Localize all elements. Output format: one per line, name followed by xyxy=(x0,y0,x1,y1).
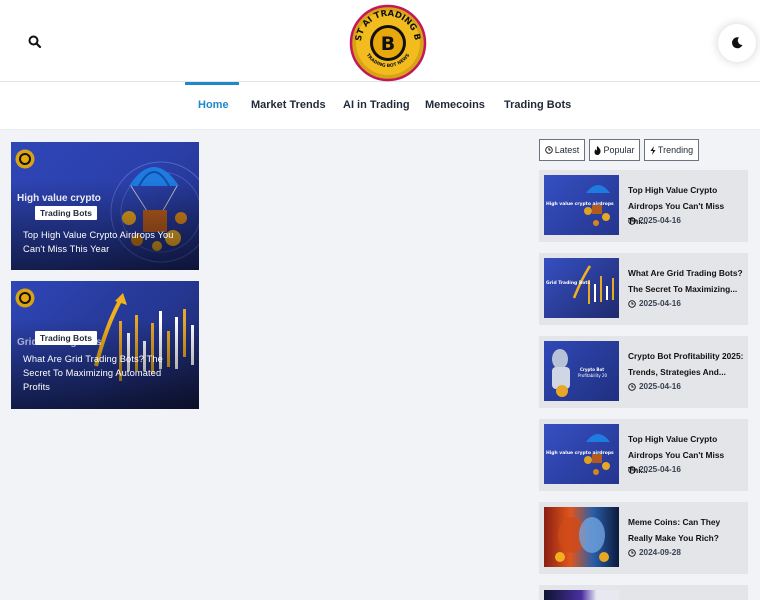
moon-icon xyxy=(731,37,743,49)
clock-icon xyxy=(628,299,636,308)
post-thumbnail[interactable]: Grid Trading Bots xyxy=(544,258,619,318)
category-badge[interactable]: Trading Bots xyxy=(35,331,97,345)
svg-text:B: B xyxy=(381,33,395,55)
channel-logo-icon xyxy=(15,149,35,169)
post-title[interactable]: What Are Grid Trading Bots? The Secret T… xyxy=(628,266,744,297)
nav-item-memecoins[interactable]: Memecoins xyxy=(425,99,485,111)
post-date: 2025-04-16 xyxy=(628,382,681,391)
post-date: 2025-04-16 xyxy=(628,216,681,225)
post-thumbnail[interactable] xyxy=(544,507,619,567)
channel-logo-icon xyxy=(15,288,35,308)
main-nav: Home Market Trends AI in Trading Memecoi… xyxy=(0,82,760,130)
list-item[interactable]: Meme Coins: Can They Really Make You Ric… xyxy=(539,502,748,574)
featured-card[interactable]: High value crypto Trading Bots Top High … xyxy=(11,142,199,270)
post-date: 2025-04-16 xyxy=(628,299,681,308)
nav-item-trading-bots[interactable]: Trading Bots xyxy=(504,99,571,111)
tab-label: Latest xyxy=(554,145,580,155)
post-thumbnail[interactable]: High value crypto airdrops xyxy=(544,175,619,235)
clock-icon xyxy=(628,216,636,225)
list-item[interactable]: High value crypto airdrops Top High Valu… xyxy=(539,170,748,242)
clock-icon xyxy=(628,465,636,474)
tab-label: Popular xyxy=(603,145,635,155)
post-title[interactable]: Meme Coins: Can They Really Make You Ric… xyxy=(628,515,744,546)
post-date: 2024-09-28 xyxy=(628,548,681,557)
card-title[interactable]: What Are Grid Trading Bots? The Secret T… xyxy=(23,352,179,394)
site-logo[interactable]: B BEST AI TRADING BOT TRADING BOT NEWS xyxy=(344,0,428,83)
fire-icon xyxy=(594,145,602,155)
tab-trending[interactable]: Trending xyxy=(644,139,699,161)
svg-text:High value crypto airdrops: High value crypto airdrops xyxy=(546,201,614,207)
bolt-icon xyxy=(650,145,656,155)
card-image-text: High value crypto xyxy=(17,193,101,204)
svg-text:Crypto Bot: Crypto Bot xyxy=(580,367,604,372)
tab-latest[interactable]: Latest xyxy=(539,139,585,161)
clock-icon xyxy=(544,146,553,154)
post-date: 2025-04-16 xyxy=(628,465,681,474)
list-item[interactable]: High value crypto airdrops Top High Valu… xyxy=(539,419,748,491)
category-badge[interactable]: Trading Bots xyxy=(35,206,97,220)
list-item[interactable]: Grid Trading Bots What Are Grid Trading … xyxy=(539,253,748,325)
list-item[interactable]: Crypto Bot Profitability 20 Crypto Bot P… xyxy=(539,336,748,408)
card-title[interactable]: Top High Value Crypto Airdrops You Can't… xyxy=(23,228,179,256)
featured-card[interactable]: Grid Trading Bots Trading Bots What Are … xyxy=(11,281,199,409)
post-title[interactable]: Crypto Bot Profitability 2025: Trends, S… xyxy=(628,349,744,380)
svg-text:Grid Trading Bots: Grid Trading Bots xyxy=(546,280,591,286)
clock-icon xyxy=(628,548,636,557)
nav-item-home[interactable]: Home xyxy=(198,99,229,111)
tab-label: Trending xyxy=(657,145,694,155)
nav-item-ai-in-trading[interactable]: AI in Trading xyxy=(343,99,410,111)
svg-text:High value crypto airdrops: High value crypto airdrops xyxy=(546,450,614,456)
post-thumbnail[interactable]: High value crypto airdrops xyxy=(544,424,619,484)
post-thumbnail[interactable]: Crypto Bot Profitability 20 xyxy=(544,341,619,401)
search-icon[interactable] xyxy=(27,34,43,50)
clock-icon xyxy=(628,382,636,391)
tab-popular[interactable]: Popular xyxy=(589,139,640,161)
nav-active-indicator xyxy=(185,82,239,85)
post-thumbnail[interactable] xyxy=(544,590,619,600)
dark-mode-toggle[interactable] xyxy=(718,24,756,62)
svg-text:Profitability 20: Profitability 20 xyxy=(578,373,608,378)
site-header: B BEST AI TRADING BOT TRADING BOT NEWS xyxy=(0,0,760,82)
nav-item-market-trends[interactable]: Market Trends xyxy=(251,99,326,111)
list-item[interactable] xyxy=(539,585,748,600)
